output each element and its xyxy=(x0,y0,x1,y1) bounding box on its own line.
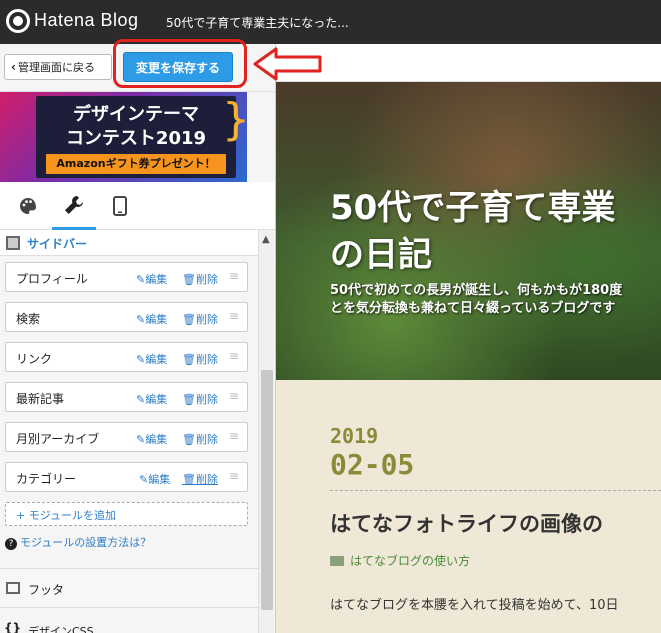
banner-line3: Amazonギフト券プレゼント！ xyxy=(46,154,226,174)
brace-right-icon: } xyxy=(222,98,247,142)
post-category[interactable]: はてなブログの使い方 xyxy=(330,552,470,569)
blog-desc-line1: 50代で初めての長男が誕生し、何もかもが180度 xyxy=(330,283,623,298)
module-edit-link[interactable]: ✎編集 xyxy=(136,271,167,287)
blog-desc-line2: とを気分転換も兼ねて日々綴っているブログです xyxy=(330,301,616,316)
panel-scrollbar[interactable]: ▲ xyxy=(258,230,274,633)
module-howto-link[interactable]: ? モジュールの設置方法は？ xyxy=(5,534,151,550)
tab-design[interactable] xyxy=(6,182,50,230)
blog-title: 50代で子育て専業主夫になった... xyxy=(166,16,349,30)
brand-name[interactable]: Hatena Blog xyxy=(34,10,139,31)
blog-header-image: 50代で子育て専業 の日記 50代で初めての長男が誕生し、何もかもが180度 と… xyxy=(276,82,661,380)
footer-layout-icon xyxy=(6,582,20,594)
module-delete-link[interactable]: 🗑削除 xyxy=(182,271,218,287)
design-sidebar-panel: ‹ 管理画面に戻る 変更を保存する ‹ { デザインテーマ コンテスト2019 … xyxy=(0,44,276,633)
preview-content: 2019 02-05 はてなフォトライフの画像の はてなブログの使い方 はてなブ… xyxy=(276,380,661,633)
date-divider xyxy=(330,490,661,491)
scroll-thumb[interactable] xyxy=(261,370,273,610)
banner-line2: コンテスト2019 xyxy=(65,128,207,149)
module-name: 月別アーカイブ xyxy=(16,432,100,446)
module-delete-link[interactable]: 🗑削除 xyxy=(182,431,218,447)
scroll-up-icon[interactable]: ▲ xyxy=(262,234,270,245)
drag-handle-icon[interactable]: ≡ xyxy=(229,469,239,483)
module-edit-link[interactable]: ✎編集 xyxy=(136,351,167,367)
module-edit-link[interactable]: ✎編集 xyxy=(136,431,167,447)
module-links[interactable]: リンク ✎編集 🗑削除 ≡ xyxy=(5,342,248,372)
post-date-md: 02-05 xyxy=(330,448,415,481)
module-monthly-archive[interactable]: 月別アーカイブ ✎編集 🗑削除 ≡ xyxy=(5,422,248,452)
blog-title-line1[interactable]: 50代で子育て専業 xyxy=(330,180,615,229)
footer-section-title: フッタ xyxy=(28,583,65,597)
back-to-admin-button[interactable]: ‹ 管理画面に戻る xyxy=(4,54,112,80)
module-search[interactable]: 検索 ✎編集 🗑削除 ≡ xyxy=(5,302,248,332)
module-recent-posts[interactable]: 最新記事 ✎編集 🗑削除 ≡ xyxy=(5,382,248,412)
module-name: プロフィール xyxy=(16,272,88,286)
add-module-button[interactable]: + モジュールを追加 xyxy=(5,502,248,526)
preview-top-bar xyxy=(276,44,661,82)
folder-icon xyxy=(330,556,344,566)
module-delete-link[interactable]: 🗑削除 xyxy=(182,351,218,367)
tab-smartphone[interactable] xyxy=(98,182,142,230)
module-name: カテゴリー xyxy=(16,472,77,486)
code-braces-icon: {} xyxy=(4,621,22,633)
hatena-logo-icon[interactable] xyxy=(6,9,30,33)
app-header: Hatena Blog 50代で子育て専業主夫になった... xyxy=(0,0,661,44)
footer-section-header[interactable]: フッタ xyxy=(0,568,258,608)
question-icon: ? xyxy=(5,538,17,550)
banner-line1: デザインテーマ xyxy=(73,104,199,125)
pointer-arrow-icon xyxy=(253,47,322,81)
sidebar-section-header[interactable]: サイドバー xyxy=(0,230,258,256)
module-name: 検索 xyxy=(16,312,41,326)
drag-handle-icon[interactable]: ≡ xyxy=(229,309,239,323)
module-profile[interactable]: プロフィール ✎編集 🗑削除 ≡ xyxy=(5,262,248,292)
drag-handle-icon[interactable]: ≡ xyxy=(229,389,239,403)
contest-banner[interactable]: { デザインテーマ コンテスト2019 Amazonギフト券プレゼント！ } xyxy=(0,92,247,182)
module-delete-link[interactable]: 🗑削除 xyxy=(182,391,218,407)
drag-handle-icon[interactable]: ≡ xyxy=(229,269,239,283)
tab-customize[interactable] xyxy=(52,182,96,230)
post-body-text: はてなブログを本腰を入れて投稿を始めて、10日 xyxy=(330,598,619,613)
sidebar-layout-icon xyxy=(6,236,20,250)
module-delete-link[interactable]: 🗑削除 xyxy=(182,311,218,327)
panel-tabs xyxy=(0,182,275,230)
back-label: 管理画面に戻る xyxy=(17,61,95,74)
css-section-title: デザインCSS xyxy=(28,625,94,633)
module-edit-link[interactable]: ✎編集 xyxy=(136,391,167,407)
palette-icon xyxy=(20,198,36,214)
wrench-icon xyxy=(65,195,83,214)
post-date-year: 2019 xyxy=(330,424,379,448)
blog-preview: 50代で子育て専業 の日記 50代で初めての長男が誕生し、何もかもが180度 と… xyxy=(276,44,661,633)
smartphone-icon xyxy=(113,196,127,216)
drag-handle-icon[interactable]: ≡ xyxy=(229,429,239,443)
save-button-highlight xyxy=(113,39,247,88)
howto-label: モジュールの設置方法は？ xyxy=(20,536,152,549)
banner-inner: デザインテーマ コンテスト2019 Amazonギフト券プレゼント！ xyxy=(36,96,236,178)
module-name: 最新記事 xyxy=(16,392,65,406)
module-name: リンク xyxy=(16,352,53,366)
chevron-left-icon: ‹ xyxy=(11,60,16,74)
module-delete-link[interactable]: 🗑削除 xyxy=(182,471,218,487)
blog-title-line2[interactable]: の日記 xyxy=(330,227,432,276)
sidebar-section-title: サイドバー xyxy=(27,237,88,251)
module-edit-link[interactable]: ✎編集 xyxy=(139,471,170,487)
drag-handle-icon[interactable]: ≡ xyxy=(229,349,239,363)
module-category[interactable]: カテゴリー ✎編集 🗑削除 ≡ xyxy=(5,462,248,492)
css-section-header[interactable]: {} デザインCSS xyxy=(0,617,258,633)
post-title[interactable]: はてなフォトライフの画像の xyxy=(330,508,603,538)
module-edit-link[interactable]: ✎編集 xyxy=(136,311,167,327)
